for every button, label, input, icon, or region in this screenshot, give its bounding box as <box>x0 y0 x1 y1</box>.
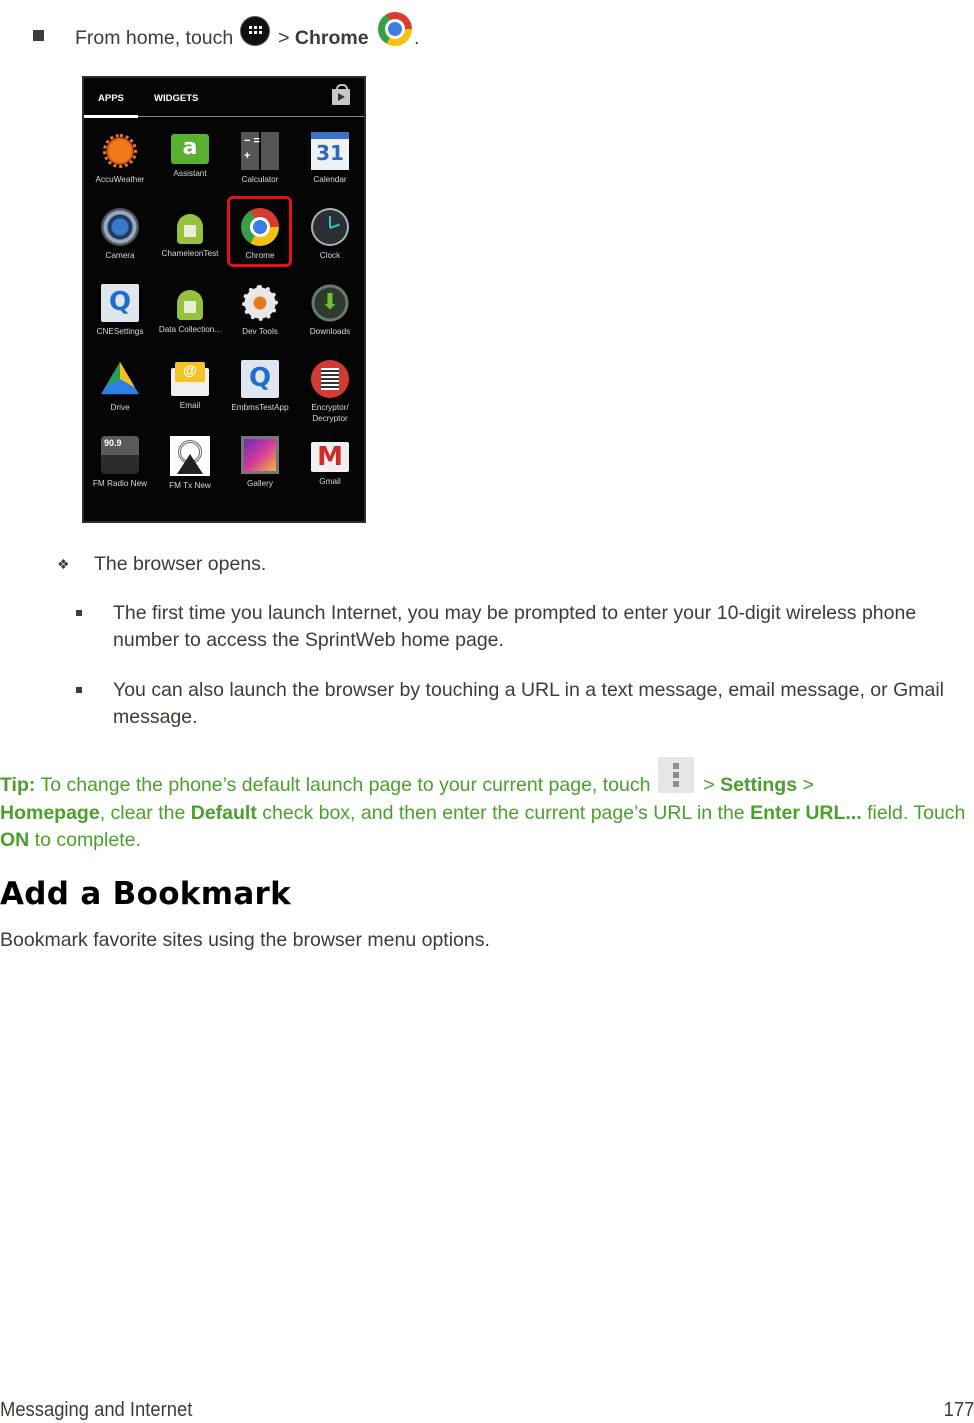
result-text: The browser opens. <box>94 553 267 575</box>
square-bullet <box>76 687 82 693</box>
tab-widgets[interactable]: WIDGETS <box>154 93 198 104</box>
app-drawer-screenshot: APPS WIDGETS AccuWeather Assistant Calcula… <box>82 76 366 523</box>
app-fm-radio-new[interactable]: FM Radio New <box>85 436 155 490</box>
drive-icon <box>101 361 139 395</box>
app-label: Drive <box>110 403 130 412</box>
app-accuweather[interactable]: AccuWeather <box>85 132 155 186</box>
tip-text: > <box>697 774 721 796</box>
radio-icon <box>101 436 139 474</box>
tip-default: Default <box>190 801 257 824</box>
app-cnesettings[interactable]: CNESettings <box>85 284 155 338</box>
step-prefix: From home, touch <box>75 27 234 50</box>
app-label: Camera <box>105 251 135 260</box>
app-label: ChameleonTest <box>161 249 219 258</box>
overflow-menu-icon <box>657 757 694 793</box>
footer-chapter: Messaging and Internet <box>0 1399 193 1421</box>
app-label: Downloads <box>309 327 351 336</box>
calculator-icon <box>241 132 279 170</box>
app-gallery[interactable]: Gallery <box>225 436 295 490</box>
app-dev-tools[interactable]: Dev Tools <box>225 284 295 338</box>
tip-paragraph: Tip: To change the phone’s default launc… <box>0 757 974 855</box>
app-drive[interactable]: Drive <box>85 360 155 414</box>
app-label: AccuWeather <box>95 175 145 184</box>
app-assistant[interactable]: Assistant <box>155 132 225 180</box>
app-email[interactable]: Email <box>155 360 225 412</box>
app-label: FM Radio New <box>92 479 148 488</box>
tip-text: > <box>797 774 814 796</box>
tip-text: to complete. <box>29 829 141 851</box>
app-clock[interactable]: Clock <box>295 208 365 262</box>
section-heading: Add a Bookmark <box>0 876 292 912</box>
tip-text: To change the phone’s default launch pag… <box>35 774 656 796</box>
section-intro: Bookmark favorite sites using the browse… <box>0 929 490 951</box>
note-text: You can also launch the browser by touch… <box>113 679 944 728</box>
app-label: Data Collection... <box>158 325 222 334</box>
android-icon <box>177 290 203 320</box>
gear-icon <box>241 284 279 322</box>
app-label: FM Tx New <box>169 481 211 490</box>
active-tab-indicator <box>84 115 138 118</box>
tip-text: , clear the <box>99 801 191 824</box>
camera-icon <box>101 208 139 246</box>
app-label: Calendar <box>313 175 347 184</box>
app-label: Encryptor/ Decryptor <box>311 403 349 423</box>
qualcomm-icon <box>101 284 139 322</box>
app-label: Assistant <box>173 169 207 178</box>
email-icon <box>171 362 209 396</box>
tip-homepage: Homepage <box>0 801 100 824</box>
tip-text: check box, and then enter the current pa… <box>256 801 751 824</box>
transmitter-icon <box>170 436 210 476</box>
step-separator: > <box>278 27 290 50</box>
app-encryptor-decryptor[interactable]: Encryptor/ Decryptor <box>295 360 365 424</box>
tip-enter-url: Enter URL... <box>750 801 862 824</box>
app-label: Gallery <box>247 479 273 488</box>
tip-label: Tip: <box>0 774 36 796</box>
gallery-icon <box>241 436 279 474</box>
app-fm-tx-new[interactable]: FM Tx New <box>155 436 225 492</box>
sun-icon <box>101 132 139 170</box>
app-label: Calculator <box>241 175 279 184</box>
app-chameleontest[interactable]: ChameleonTest <box>155 208 225 260</box>
tip-on: ON <box>0 829 30 851</box>
app-drawer-tabs: APPS WIDGETS <box>84 78 364 118</box>
tip-settings: Settings <box>720 774 798 796</box>
apps-launcher-icon <box>240 17 269 45</box>
clock-icon <box>311 208 349 246</box>
app-label: Email <box>179 401 201 410</box>
app-label: CNESettings <box>96 327 144 336</box>
note-text: The first time you launch Internet, you … <box>113 602 917 651</box>
app-calculator[interactable]: Calculator <box>225 132 295 186</box>
app-downloads[interactable]: Downloads <box>295 284 365 338</box>
app-calendar[interactable]: Calendar <box>295 132 365 186</box>
step-suffix: . <box>414 27 420 50</box>
chrome-icon <box>378 12 412 46</box>
app-label: Clock <box>319 251 341 260</box>
app-label: Dev Tools <box>242 327 278 336</box>
app-label: Gmail <box>319 477 341 486</box>
app-gmail[interactable]: Gmail <box>295 436 365 488</box>
tab-apps[interactable]: APPS <box>98 93 124 104</box>
encryptor-icon <box>311 360 349 398</box>
diamond-bullet-icon: ❖ <box>57 556 70 572</box>
download-icon <box>311 284 349 322</box>
square-bullet <box>33 30 44 41</box>
app-data-collection[interactable]: Data Collection... <box>155 284 225 336</box>
app-embmstestapp[interactable]: EmbmsTestApp <box>225 360 295 414</box>
app-label: EmbmsTestApp <box>231 403 289 412</box>
qualcomm-icon <box>241 360 279 398</box>
calendar-icon <box>311 132 349 170</box>
play-store-icon[interactable] <box>332 84 350 105</box>
android-icon <box>177 214 203 244</box>
footer-page-number: 177 <box>943 1399 974 1421</box>
assistant-icon <box>171 134 209 164</box>
step-target-label: Chrome <box>294 27 369 50</box>
tip-text: field. Touch <box>861 801 966 824</box>
gmail-icon <box>311 442 349 472</box>
step-from-home: From home, touch > Chrome . <box>0 10 974 50</box>
chrome-highlight-box <box>227 196 292 267</box>
square-bullet <box>76 610 82 616</box>
app-camera[interactable]: Camera <box>85 208 155 262</box>
